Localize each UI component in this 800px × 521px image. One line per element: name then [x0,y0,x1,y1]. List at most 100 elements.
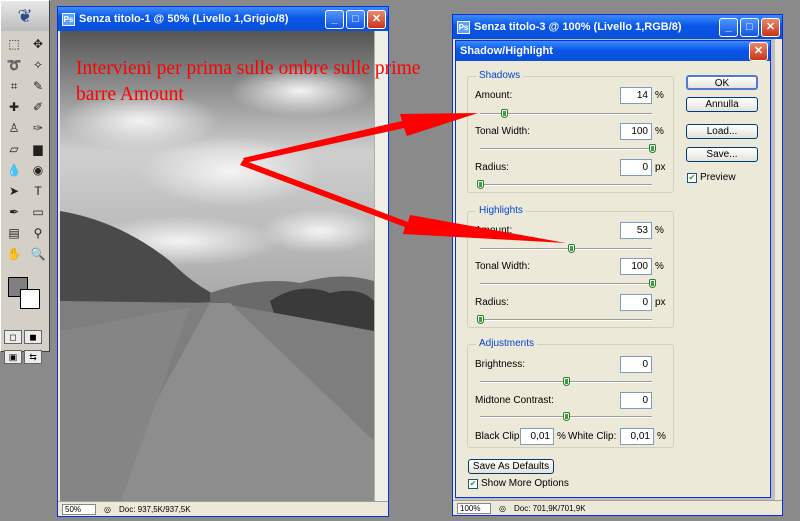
marquee-tool-icon[interactable]: ⬚ [4,35,24,53]
slider-thumb[interactable] [649,144,656,153]
document-size-info: Doc: 701,9K/701,9K [513,503,586,513]
lasso-tool-icon[interactable]: ➰ [4,56,24,74]
shadows-tonal-width-input[interactable]: 100 [620,123,652,140]
dialog-titlebar[interactable]: Shadow/Highlight ✕ [456,41,770,61]
slider-thumb[interactable] [477,180,484,189]
highlights-amount-slider[interactable] [480,244,652,253]
highlights-tonal-width-slider[interactable] [480,279,656,288]
document-2-titlebar[interactable]: Ps Senza titolo-3 @ 100% (Livello 1,RGB/… [453,15,782,39]
percent-unit: % [557,431,566,442]
status-info-icon[interactable]: ◎ [499,504,506,513]
minimize-button[interactable]: _ [325,9,344,29]
healing-brush-tool-icon[interactable]: ✚ [4,98,24,116]
screen-mode-icon[interactable]: ▣ [4,350,22,364]
type-tool-icon[interactable]: T [28,182,48,200]
slider-thumb[interactable] [568,244,576,253]
path-select-tool-icon[interactable]: ➤ [4,182,24,200]
shadows-amount-label: Amount: [475,90,513,101]
hand-tool-icon[interactable]: ✋ [4,245,24,263]
highlights-tonal-width-label: Tonal Width: [475,261,531,272]
magic-wand-tool-icon[interactable]: ✧ [28,56,48,74]
midtone-contrast-label: Midtone Contrast: [475,395,554,406]
preview-checkbox[interactable]: ✔ [687,173,697,183]
shadows-tonal-width-slider[interactable] [480,144,656,153]
standard-mode-icon[interactable]: ◻ [4,330,22,344]
eraser-tool-icon[interactable]: ▱ [4,140,24,158]
dodge-tool-icon[interactable]: ◉ [28,161,48,179]
save-button[interactable]: Save... [686,147,758,162]
close-button[interactable]: ✕ [367,9,386,29]
pen-tool-icon[interactable]: ✒ [4,203,24,221]
highlights-tonal-width-input[interactable]: 100 [620,258,652,275]
brightness-slider[interactable] [480,377,652,386]
slider-thumb[interactable] [501,109,509,118]
midtone-contrast-slider[interactable] [480,412,652,421]
maximize-button[interactable]: □ [740,17,759,37]
maximize-button[interactable]: □ [346,9,365,29]
tools-palette: ❦ ⬚ ✥ ➰ ✧ ⌗ ✎ ✚ ✐ ♙ ✑ ▱ ▆ 💧 ◉ ➤ T ✒ ▭ ▤ … [0,0,50,364]
slider-thumb[interactable] [563,412,570,421]
shadows-amount-slider[interactable] [480,109,652,118]
zoom-level-field[interactable]: 100% [457,502,491,514]
stamp-tool-icon[interactable]: ♙ [4,119,24,137]
document-1-title: Senza titolo-1 @ 50% (Livello 1,Grigio/8… [79,13,289,25]
close-button[interactable]: ✕ [761,17,780,37]
crop-tool-icon[interactable]: ⌗ [4,77,24,95]
blur-tool-icon[interactable]: 💧 [4,161,24,179]
background-color-swatch[interactable] [20,289,40,309]
show-more-options-checkbox[interactable]: ✔ [468,479,478,489]
zoom-level-field[interactable]: 50% [62,503,96,515]
black-clip-label: Black Clip: [475,431,523,442]
gradient-tool-icon[interactable]: ▆ [28,140,48,158]
highlights-radius-input[interactable]: 0 [620,294,652,311]
highlights-group-title: Highlights [476,205,526,216]
zoom-tool-icon[interactable]: 🔍 [28,245,48,263]
dialog-close-button[interactable]: ✕ [749,41,768,61]
white-clip-input[interactable]: 0,01 [620,428,654,445]
preview-label: Preview [700,172,736,183]
quickmask-mode-icon[interactable]: ◼ [24,330,42,344]
save-as-defaults-button[interactable]: Save As Defaults [468,459,554,474]
white-clip-label: White Clip: [568,431,617,442]
dialog-title: Shadow/Highlight [460,45,553,57]
shadows-radius-label: Radius: [475,162,509,173]
history-brush-tool-icon[interactable]: ✑ [28,119,48,137]
feather-icon[interactable]: ❦ [1,1,49,31]
notes-tool-icon[interactable]: ▤ [4,224,24,242]
shadow-highlight-dialog: Shadow/Highlight ✕ Shadows Amount: 14 % … [455,40,771,498]
shape-tool-icon[interactable]: ▭ [28,203,48,221]
annotation-text: Intervieni per prima sulle ombre sulle p… [76,58,421,105]
photoshop-doc-icon: Ps [457,20,470,34]
slider-thumb[interactable] [649,279,656,288]
show-more-options-label: Show More Options [481,478,569,489]
midtone-contrast-input[interactable]: 0 [620,392,652,409]
percent-unit: % [655,261,664,272]
minimize-button[interactable]: _ [719,17,738,37]
imageready-icon[interactable]: ⇆ [24,350,42,364]
document-1-titlebar[interactable]: Ps Senza titolo-1 @ 50% (Livello 1,Grigi… [58,7,388,31]
cancel-button[interactable]: Annulla [686,97,758,112]
move-tool-icon[interactable]: ✥ [28,35,48,53]
eyedropper-tool-icon[interactable]: ⚲ [28,224,48,242]
shadows-radius-slider[interactable] [477,180,652,189]
px-unit: px [655,297,666,308]
brightness-input[interactable]: 0 [620,356,652,373]
brush-tool-icon[interactable]: ✐ [28,98,48,116]
percent-unit: % [657,431,666,442]
slider-thumb[interactable] [563,377,570,386]
highlights-amount-input[interactable]: 53 [620,222,652,239]
adjustments-group: Adjustments Brightness: 0 Midtone Contra… [467,338,674,448]
status-info-icon[interactable]: ◎ [104,505,111,514]
slider-thumb[interactable] [477,315,484,324]
highlights-radius-slider[interactable] [477,315,652,324]
load-button[interactable]: Load... [686,124,758,139]
shadows-radius-input[interactable]: 0 [620,159,652,176]
black-clip-input[interactable]: 0,01 [520,428,554,445]
document-size-info: Doc: 937,5K/937,5K [118,504,191,514]
slice-tool-icon[interactable]: ✎ [28,77,48,95]
shadows-amount-input[interactable]: 14 [620,87,652,104]
percent-unit: % [655,225,664,236]
ok-button[interactable]: OK [686,75,758,90]
shadows-group: Shadows Amount: 14 % Tonal Width: 100 % … [467,70,674,193]
photoshop-doc-icon: Ps [62,12,75,26]
